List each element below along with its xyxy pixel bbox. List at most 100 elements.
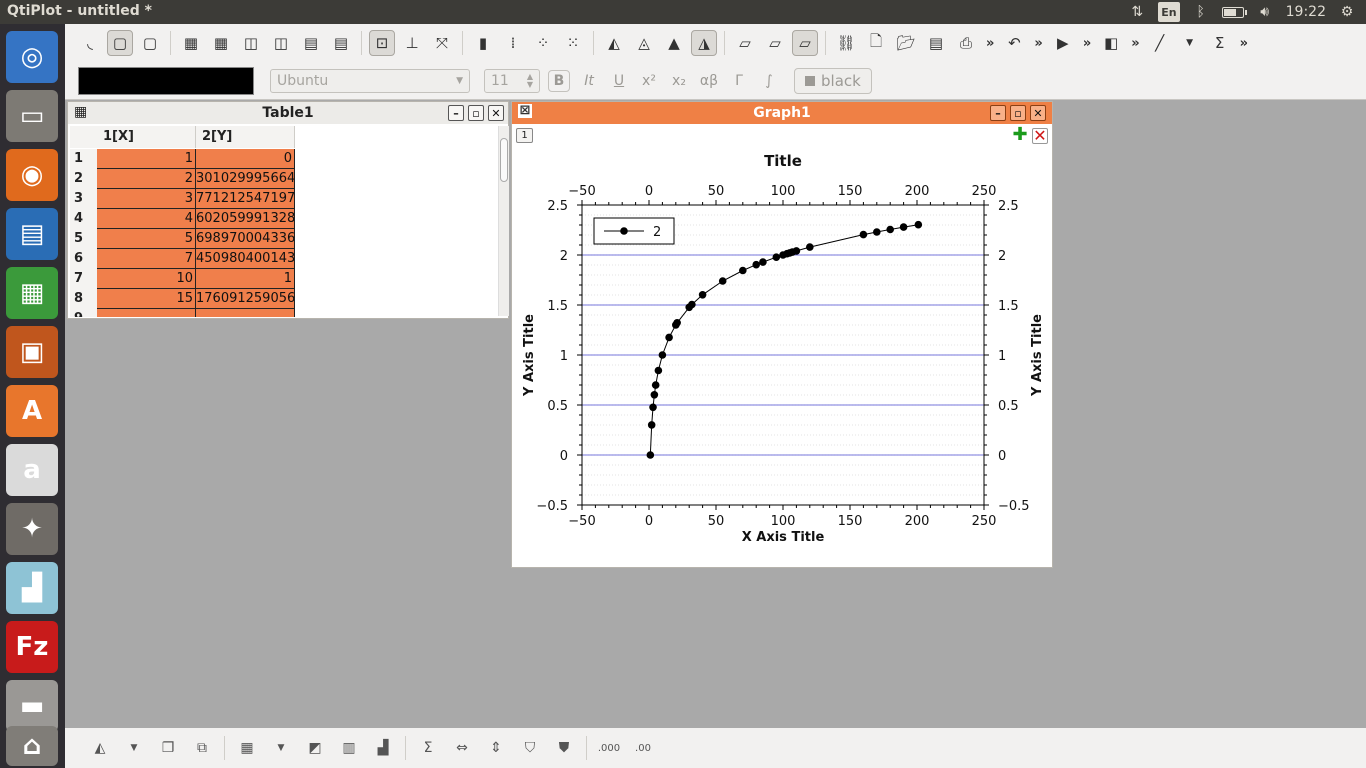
row-number[interactable]: 6 <box>70 249 97 269</box>
bars-3d-icon[interactable]: ▮ <box>470 30 496 56</box>
system-gear-icon[interactable]: ⚙ <box>1338 2 1356 22</box>
software-center-icon[interactable]: A <box>6 385 58 437</box>
scrollbar-thumb[interactable] <box>500 138 508 182</box>
cell-x[interactable]: 7 <box>97 249 196 269</box>
battery-icon[interactable] <box>1221 2 1247 22</box>
minimize-button[interactable]: – <box>448 105 464 121</box>
row-number[interactable]: 9 <box>70 309 97 317</box>
firefox-icon[interactable]: ◉ <box>6 149 58 201</box>
row-number[interactable]: 4 <box>70 209 97 229</box>
italic-button[interactable]: It <box>578 73 600 89</box>
trash-icon[interactable]: ⌂ <box>6 726 58 766</box>
clock[interactable]: 19:22 <box>1286 2 1326 22</box>
run-script-icon[interactable]: ▶ <box>1050 30 1076 56</box>
floor-iso-icon[interactable]: ▱ <box>762 30 788 56</box>
close-button[interactable]: ✕ <box>488 105 504 121</box>
corner-header[interactable] <box>70 126 97 148</box>
calc-icon[interactable]: ▦ <box>6 267 58 319</box>
cell-y[interactable]: 698970004336 <box>196 229 295 249</box>
table-grid[interactable]: 1[X] 2[Y] 1 1 0 2 2 301029995664 3 3 77121254719… <box>70 126 496 317</box>
toolbar-overflow-chevron[interactable]: » <box>1034 36 1042 51</box>
plot-canvas[interactable]: −50−50005050100100150150200200250250−0.5… <box>512 147 1052 567</box>
floor-data-icon[interactable]: ▱ <box>732 30 758 56</box>
cell-x[interactable]: 4 <box>97 209 196 229</box>
system-settings-icon[interactable]: ✦ <box>6 503 58 555</box>
sum-icon[interactable]: Σ <box>1207 30 1233 56</box>
curve-tool-icon[interactable]: ◟ <box>77 30 103 56</box>
toolbar-overflow-chevron[interactable]: » <box>1131 36 1139 51</box>
cell-x[interactable]: 1 <box>97 149 196 169</box>
cell-x[interactable]: 15 <box>97 289 196 309</box>
line-style-dropdown-icon[interactable]: ▼ <box>1177 30 1203 56</box>
perspective-icon[interactable]: ⊡ <box>369 30 395 56</box>
axes-icon[interactable]: ⊥ <box>399 30 425 56</box>
subscript-button[interactable]: x₂ <box>668 73 690 89</box>
layout-icon[interactable]: ⧉ <box>189 735 215 761</box>
network-arrows-icon[interactable]: ⇅ <box>1128 2 1146 22</box>
bold-button[interactable]: B <box>548 70 570 92</box>
row-number[interactable]: 2 <box>70 169 97 189</box>
polygon-icon[interactable]: ▲ <box>661 30 687 56</box>
sum-icon[interactable]: Σ <box>415 735 441 761</box>
volume-icon[interactable]: 🔊︎ <box>1256 2 1274 22</box>
filezilla-icon[interactable]: Fz <box>6 621 58 673</box>
close-button[interactable]: ✕ <box>1030 105 1046 121</box>
matrix-icon[interactable]: ▦ <box>234 735 260 761</box>
points-3d-icon[interactable]: ⁞ <box>500 30 526 56</box>
underline-button[interactable]: U <box>608 73 630 89</box>
row-number[interactable]: 7 <box>70 269 97 289</box>
table-row[interactable]: 8 15 176091259056 <box>70 289 295 309</box>
font-family-select[interactable]: Ubuntu ▼ <box>270 69 470 93</box>
cell-x[interactable] <box>97 309 196 317</box>
cell-x[interactable]: 3 <box>97 189 196 209</box>
row-number[interactable]: 8 <box>70 289 97 309</box>
table-row[interactable]: 9 <box>70 309 295 317</box>
table-row[interactable]: 5 5 698970004336 <box>70 229 295 249</box>
remove-layer-icon[interactable]: ✕ <box>1032 128 1048 144</box>
surface-3d-icon[interactable]: ◭ <box>87 735 113 761</box>
dropdown-arrow-icon[interactable]: ▼ <box>268 735 294 761</box>
row-number[interactable]: 5 <box>70 229 97 249</box>
print-icon[interactable]: ⎙ <box>953 30 979 56</box>
fit-icon[interactable]: ⤧ <box>429 30 455 56</box>
cell-y[interactable]: 602059991328 <box>196 209 295 229</box>
image-icon[interactable]: ◩ <box>302 735 328 761</box>
table-row[interactable]: 3 3 771212547197 <box>70 189 295 209</box>
font-size-spinbox[interactable]: 11 ▲ ▼ <box>484 69 540 93</box>
cell-y[interactable]: 450980400143 <box>196 249 295 269</box>
greek-button[interactable]: αβ <box>698 73 720 89</box>
amazon-icon[interactable]: a <box>6 444 58 496</box>
table-row[interactable]: 2 2 301029995664 <box>70 169 295 189</box>
grid-left-icon[interactable]: ◫ <box>268 30 294 56</box>
add-layer-icon[interactable]: ✚ <box>1012 126 1028 144</box>
flip-vertical-icon[interactable]: ⇕ <box>483 735 509 761</box>
line-style-icon[interactable]: ╱ <box>1147 30 1173 56</box>
disk-icon[interactable]: ▬ <box>6 680 58 732</box>
stack-icon[interactable]: ❐ <box>155 735 181 761</box>
impress-icon[interactable]: ▣ <box>6 326 58 378</box>
table-window-titlebar[interactable]: ▦ Table1 – ▫ ✕ <box>68 102 508 124</box>
undo-icon[interactable]: ↶ <box>1001 30 1027 56</box>
box-frame-icon[interactable]: ▢ <box>107 30 133 56</box>
open-folder-icon[interactable]: 📂︎ <box>893 30 919 56</box>
pointer-icon[interactable]: ◧ <box>1098 30 1124 56</box>
cell-y[interactable]: 301029995664 <box>196 169 295 189</box>
bar-chart-icon[interactable]: ▟ <box>370 735 396 761</box>
table-vertical-scrollbar[interactable] <box>498 126 509 316</box>
qtiplot-icon[interactable]: ▟ <box>6 562 58 614</box>
minimize-button[interactable]: – <box>990 105 1006 121</box>
cell-y[interactable]: 771212547197 <box>196 189 295 209</box>
cell-x[interactable]: 10 <box>97 269 196 289</box>
flip-horizontal-icon[interactable]: ⇔ <box>449 735 475 761</box>
graph-window[interactable]: ⊠ Graph1 – ▫ ✕ 1 ✚ ✕ −50 −50 0 0 50 50 100 100 1… <box>511 101 1053 568</box>
toolbar-overflow-chevron[interactable]: » <box>986 36 994 51</box>
grid-front-icon[interactable]: ▦ <box>178 30 204 56</box>
bluetooth-icon[interactable]: ᛒ <box>1192 2 1210 22</box>
table-row[interactable]: 110 <box>70 149 295 169</box>
graph-window-titlebar[interactable]: ⊠ Graph1 – ▫ ✕ <box>512 102 1052 124</box>
crosses-3d-icon[interactable]: ⁘ <box>530 30 556 56</box>
column-header-x[interactable]: 1[X] <box>97 126 196 148</box>
maximize-button[interactable]: ▫ <box>468 105 484 121</box>
cell-y[interactable]: 0 <box>196 149 295 169</box>
column-header-y[interactable]: 2[Y] <box>196 126 295 148</box>
